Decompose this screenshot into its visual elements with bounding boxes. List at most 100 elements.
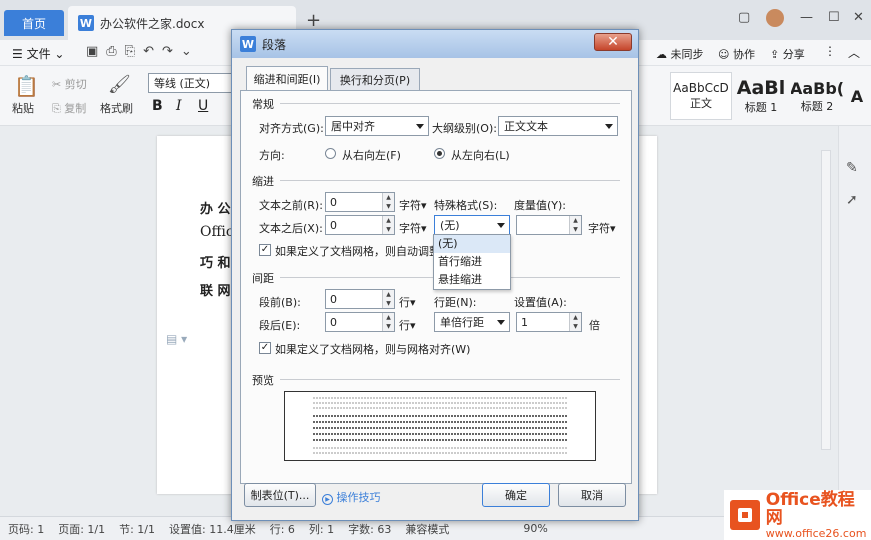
more-icon[interactable]: ⋮	[824, 44, 836, 58]
zoom-level[interactable]: 90%	[523, 522, 547, 535]
line-spacing-value: 单倍行距	[440, 316, 484, 329]
option-hanging[interactable]: 悬挂缩进	[434, 271, 510, 289]
space-before-input[interactable]: 0 ▲ ▼	[325, 289, 395, 309]
setting-value: 1	[521, 315, 528, 329]
minimize-icon[interactable]: —	[800, 10, 813, 25]
space-before-label: 段前(B):	[259, 296, 301, 309]
collapse-ribbon-icon[interactable]: ︿	[848, 44, 860, 61]
spin-buttons[interactable]: ▲ ▼	[569, 216, 581, 234]
space-after-unit[interactable]: 行▾	[399, 317, 416, 333]
office-logo-icon	[730, 500, 760, 530]
indent-after-value: 0	[330, 218, 337, 232]
tab-line-page-break[interactable]: 换行和分页(P)	[330, 68, 420, 90]
paste-button[interactable]: 粘贴	[12, 100, 34, 116]
style-normal[interactable]: AaBbCcD 正文	[670, 72, 732, 120]
italic-button[interactable]: I	[176, 98, 182, 114]
quick-access-icons[interactable]: ▣⎙⎘↶↷⌄	[86, 44, 200, 59]
dialog-close-button[interactable]: ✕	[594, 33, 632, 51]
option-first-line[interactable]: 首行缩进	[434, 253, 510, 271]
dialog-titlebar[interactable]: W 段落	[232, 30, 638, 58]
line-spacing-select[interactable]: 单倍行距	[434, 312, 510, 332]
font-name-value: 等线 (正文)	[154, 77, 211, 90]
status-setting: 设置值: 11.4厘米	[169, 522, 256, 536]
maximize-icon[interactable]: ☐	[828, 10, 840, 25]
play-icon: ▶	[322, 494, 333, 505]
sync-button[interactable]: ☁ 未同步	[656, 46, 704, 62]
page-icon[interactable]: ▤ ▾	[166, 332, 187, 346]
indent-after-input[interactable]: 0 ▲ ▼	[325, 215, 395, 235]
tab-indent-spacing[interactable]: 缩进和间距(I)	[246, 66, 328, 91]
collab-button[interactable]: ☺ 协作	[718, 46, 755, 62]
indent-after-unit[interactable]: 字符▾	[399, 220, 427, 236]
window-count-icon[interactable]: ▢	[738, 10, 750, 25]
tips-link[interactable]: ▶ 操作技巧	[322, 489, 381, 505]
outline-level-value: 正文文本	[504, 120, 548, 133]
option-none[interactable]: (无)	[434, 235, 510, 253]
right-sidebar	[838, 126, 871, 516]
setting-value-input[interactable]: 1 ▲ ▼	[516, 312, 582, 332]
office26-logo: Office教程网 www.office26.com	[724, 490, 871, 540]
snap-grid-checkbox[interactable]: ✓	[259, 342, 271, 354]
file-menu[interactable]: ☰ 文件 ⌄	[12, 45, 64, 62]
pen-icon[interactable]: ✎	[846, 160, 858, 176]
style-label: 标题 2	[800, 99, 834, 113]
measure-input[interactable]: ▲ ▼	[516, 215, 582, 235]
section-preview: 预览	[252, 374, 274, 387]
preview-lines	[313, 397, 567, 454]
paragraph-dialog: W 段落 ✕ 缩进和间距(I) 换行和分页(P) 常规 对齐方式(G): 居中对…	[231, 29, 639, 521]
font-name-select[interactable]: 等线 (正文)	[148, 73, 232, 93]
space-after-value: 0	[330, 315, 337, 329]
space-after-input[interactable]: 0 ▲ ▼	[325, 312, 395, 332]
space-before-value: 0	[330, 292, 337, 306]
spin-buttons[interactable]: ▲ ▼	[382, 216, 394, 234]
pointer-icon[interactable]: ➚	[846, 192, 858, 208]
home-tab[interactable]: 首页	[4, 10, 64, 36]
spin-buttons[interactable]: ▲ ▼	[569, 313, 581, 331]
spin-buttons[interactable]: ▲ ▼	[382, 193, 394, 211]
spin-buttons[interactable]: ▲ ▼	[382, 313, 394, 331]
ltr-radio[interactable]	[434, 148, 445, 159]
sync-label: 未同步	[670, 48, 704, 61]
close-window-icon[interactable]: ✕	[853, 10, 864, 25]
spin-buttons[interactable]: ▲ ▼	[382, 290, 394, 308]
status-col: 列: 1	[308, 522, 335, 536]
paste-icon[interactable]: 📋	[14, 74, 39, 98]
special-format-select[interactable]: (无)	[434, 215, 510, 235]
style-heading2[interactable]: AaBb( 标题 2	[790, 72, 844, 120]
new-tab-icon[interactable]: +	[306, 10, 321, 31]
format-painter-button[interactable]: 格式刷	[100, 100, 133, 116]
ok-button[interactable]: 确定	[482, 483, 550, 507]
tab-stops-button[interactable]: 制表位(T)...	[244, 483, 316, 507]
bold-button[interactable]: B	[152, 98, 163, 114]
logo-url: www.office26.com	[765, 526, 867, 540]
section-general: 常规	[252, 98, 274, 111]
indent-before-input[interactable]: 0 ▲ ▼	[325, 192, 395, 212]
measure-unit[interactable]: 字符▾	[588, 220, 616, 236]
status-compat: 兼容模式	[405, 522, 450, 536]
indent-before-unit[interactable]: 字符▾	[399, 197, 427, 213]
space-before-unit[interactable]: 行▾	[399, 294, 416, 310]
style-more[interactable]: A	[846, 72, 868, 120]
alignment-select[interactable]: 居中对齐	[325, 116, 429, 136]
divider	[280, 180, 620, 181]
copy-button[interactable]: ⎘ 复制	[52, 100, 86, 116]
cancel-button[interactable]: 取消	[558, 483, 626, 507]
chevron-down-icon	[497, 223, 505, 228]
style-label: 正文	[690, 97, 712, 110]
style-heading1[interactable]: AaBl 标题 1	[734, 72, 788, 120]
avatar[interactable]	[766, 9, 784, 27]
vertical-scrollbar[interactable]	[821, 150, 831, 450]
document-tab-title: 办公软件之家.docx	[100, 16, 205, 31]
share-button[interactable]: ⇪ 分享	[770, 46, 805, 62]
setting-unit: 倍	[589, 319, 600, 332]
file-menu-label: 文件	[26, 47, 51, 61]
outline-level-select[interactable]: 正文文本	[498, 116, 618, 136]
style-label: 标题 1	[744, 101, 778, 114]
underline-button[interactable]: U	[198, 98, 208, 114]
cut-button[interactable]: ✂ 剪切	[52, 76, 87, 92]
rtl-radio[interactable]	[325, 148, 336, 159]
auto-adjust-checkbox[interactable]: ✓	[259, 244, 271, 256]
doc-line: 办 公	[200, 202, 231, 217]
format-painter-icon[interactable]: 🖌	[108, 74, 131, 95]
style-sample: AaBb(	[790, 78, 844, 98]
